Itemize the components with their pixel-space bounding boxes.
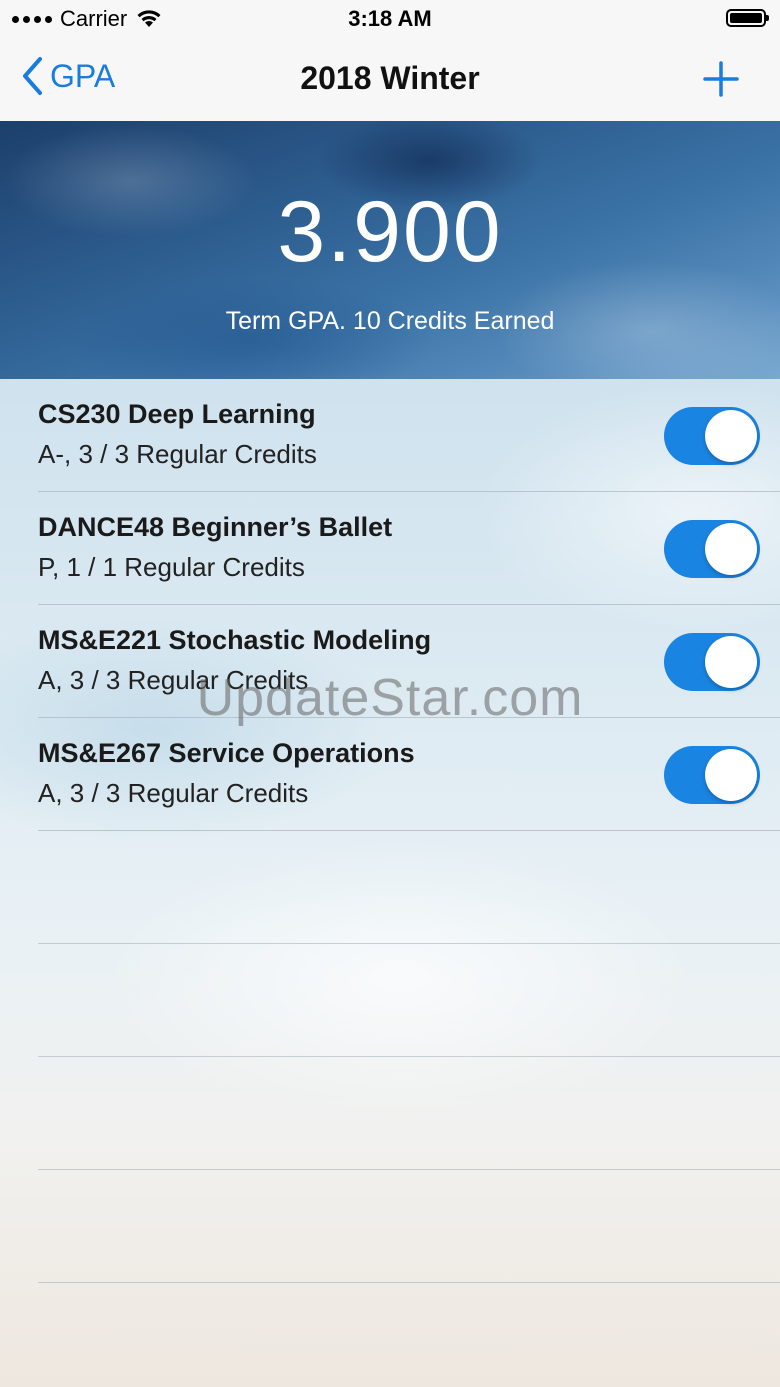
course-detail: A-, 3 / 3 Regular Credits <box>38 439 317 469</box>
course-detail: A, 3 / 3 Regular Credits <box>38 665 309 695</box>
empty-row <box>38 831 780 944</box>
plus-icon[interactable] <box>702 60 740 98</box>
course-toggle[interactable] <box>664 746 760 804</box>
gpa-caption: Term GPA. 10 Credits Earned <box>225 307 555 335</box>
toggle-knob <box>705 410 757 462</box>
gpa-header: 3.900 Term GPA. 10 Credits Earned <box>0 121 780 379</box>
toggle-knob <box>705 636 757 688</box>
course-name: MS&E221 Stochastic Modeling <box>38 625 432 655</box>
course-detail: P, 1 / 1 Regular Credits <box>38 552 305 582</box>
toggle-knob <box>705 523 757 575</box>
gpa-value: 3.900 <box>277 184 503 280</box>
course-row[interactable]: MS&E221 Stochastic Modeling A, 3 / 3 Reg… <box>38 605 780 718</box>
course-row[interactable]: CS230 Deep Learning A-, 3 / 3 Regular Cr… <box>38 379 780 492</box>
course-name: DANCE48 Beginner’s Ballet <box>38 512 393 542</box>
page-title: 2018 Winter <box>300 60 480 96</box>
course-row[interactable]: DANCE48 Beginner’s Ballet P, 1 / 1 Regul… <box>38 492 780 605</box>
course-name: MS&E267 Service Operations <box>38 738 415 768</box>
status-bar: Carrier 3:18 AM <box>0 0 780 40</box>
status-time: 3:18 AM <box>348 6 432 31</box>
navigation-bar: GPA 2018 Winter <box>0 40 780 122</box>
toggle-knob <box>705 749 757 801</box>
course-toggle[interactable] <box>664 520 760 578</box>
empty-row <box>38 1057 780 1170</box>
course-detail: A, 3 / 3 Regular Credits <box>38 778 309 808</box>
course-row[interactable]: MS&E267 Service Operations A, 3 / 3 Regu… <box>38 718 780 831</box>
battery-icon <box>726 9 769 27</box>
course-toggle[interactable] <box>664 633 760 691</box>
course-name: CS230 Deep Learning <box>38 399 316 429</box>
course-list: CS230 Deep Learning A-, 3 / 3 Regular Cr… <box>0 379 780 1387</box>
empty-row <box>38 1170 780 1283</box>
course-toggle[interactable] <box>664 407 760 465</box>
empty-row <box>38 944 780 1057</box>
